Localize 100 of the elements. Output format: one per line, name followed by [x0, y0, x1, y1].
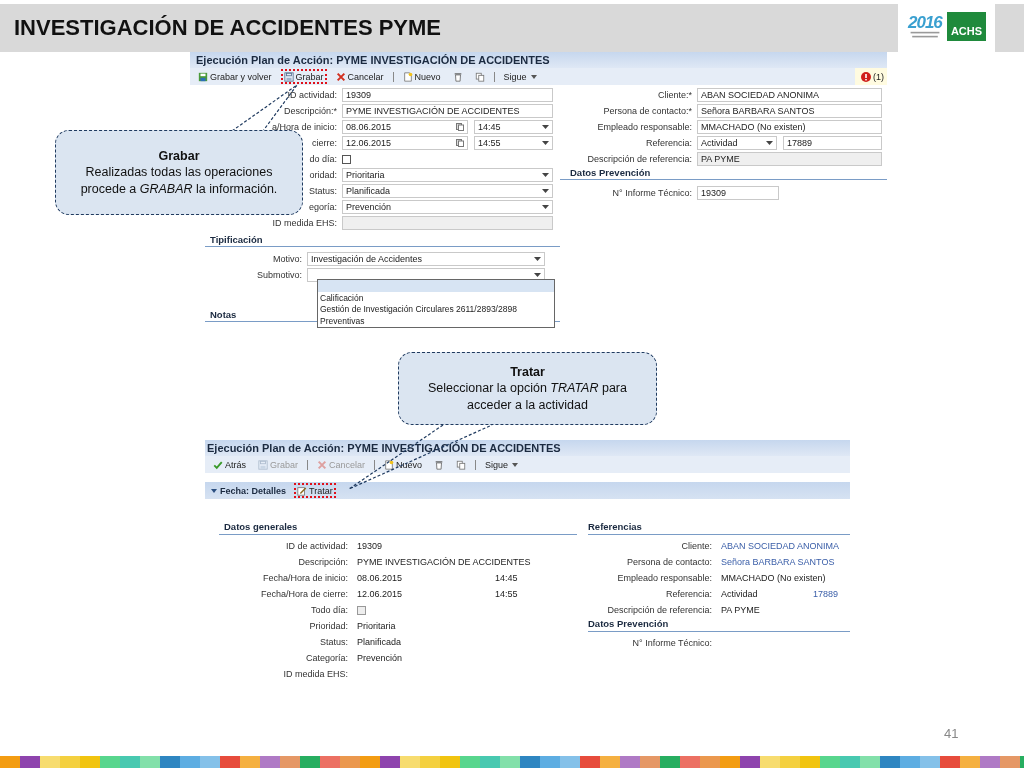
alert-indicator[interactable]: (1): [855, 68, 887, 85]
toolbar-button[interactable]: Atrás: [210, 457, 249, 472]
field-label: Descripción de referencia:: [587, 154, 692, 164]
text-field[interactable]: MMACHADO (No existen): [697, 120, 882, 134]
section-toggle[interactable]: Fecha: Detalles: [211, 485, 287, 496]
callout-text: Realizadas todas las operaciones procede a GRABAR la información.: [79, 164, 279, 197]
section-heading: Tipificación: [205, 234, 560, 247]
field-label: Descripción:: [298, 557, 348, 567]
text-field[interactable]: 19309: [697, 186, 779, 200]
callout-title: Grabar: [158, 148, 200, 165]
field-label: Fecha/Hora de cierre:: [260, 589, 348, 599]
dropdown-arrow-icon: [542, 173, 549, 177]
field-label: Status:: [320, 637, 348, 647]
field-label: oridad:: [309, 170, 337, 180]
field-value: PYME INVESTIGACIÓN DE ACCIDENTES: [357, 557, 531, 567]
field-label: ID actividad:: [287, 90, 337, 100]
check-icon: [213, 459, 223, 470]
time-dropdown[interactable]: 14:45: [474, 120, 553, 134]
text-field[interactable]: Señora BARBARA SANTOS: [697, 104, 882, 118]
toolbar-button[interactable]: Grabar: [280, 69, 327, 84]
trash-icon: [452, 71, 463, 82]
field-label: Submotivo:: [256, 270, 302, 280]
dropdown[interactable]: Investigación de Accidentes: [307, 252, 545, 266]
time-dropdown[interactable]: 14:55: [474, 136, 553, 150]
date-field[interactable]: 08.06.2015: [342, 120, 468, 134]
dropdown[interactable]: Planificada: [342, 184, 553, 198]
error-icon: [861, 71, 871, 82]
field-value: 12.06.2015: [357, 589, 404, 599]
field-label: Status:: [309, 186, 337, 196]
header-block: [995, 4, 1024, 52]
field-label: cierre:: [312, 138, 337, 148]
dropdown[interactable]: Actividad: [697, 136, 777, 150]
field-label: Todo día:: [310, 605, 348, 615]
save-icon: [258, 459, 268, 470]
field-label: Empleado responsable:: [597, 122, 692, 132]
dropdown-option[interactable]: Calificación: [318, 292, 554, 304]
field-label: Fecha/Hora de inicio:: [262, 573, 348, 583]
toolbar-separator: [307, 459, 309, 470]
page-number: 41: [944, 726, 959, 741]
dropdown-arrow-icon: [542, 141, 549, 145]
copy-icon: [474, 71, 485, 82]
dropdown[interactable]: Prevención: [342, 200, 553, 214]
brand-logo: ACHS: [946, 11, 987, 41]
menu-button[interactable]: Sigue: [482, 457, 522, 472]
save-icon: [198, 71, 208, 82]
field-link[interactable]: Señora BARBARA SANTOS: [721, 557, 835, 567]
field-label: ID de actividad:: [285, 541, 348, 551]
date-field[interactable]: 12.06.2015: [342, 136, 468, 150]
text-field[interactable]: PYME INVESTIGACIÓN DE ACCIDENTES: [342, 104, 553, 118]
field-label: Empleado responsable:: [617, 573, 712, 583]
text-field[interactable]: ABAN SOCIEDAD ANONIMA: [697, 88, 882, 102]
save-icon: [283, 71, 294, 82]
caret-icon: [530, 74, 537, 79]
edit-button[interactable]: Tratar: [294, 483, 336, 498]
field-label: Referencia:: [645, 138, 692, 148]
section-heading: Datos Prevención: [588, 618, 850, 632]
logo-year: 2016: [908, 13, 942, 31]
field-value: Actividad: [721, 589, 759, 599]
new-page-icon: [402, 71, 413, 82]
callout-title: Tratar: [510, 364, 545, 381]
field-label: Cliente:: [681, 541, 712, 551]
field-link[interactable]: ABAN SOCIEDAD ANONIMA: [721, 541, 840, 551]
field-label: Descripción:*: [283, 106, 337, 116]
field-label: N° Informe Técnico:: [632, 638, 712, 648]
dropdown-arrow-icon: [542, 125, 549, 129]
dropdown[interactable]: Prioritaria: [342, 168, 553, 182]
field-label: ID medida EHS:: [272, 218, 337, 228]
text-field[interactable]: 19309: [342, 88, 553, 102]
trash-icon: [434, 459, 445, 470]
reference-link[interactable]: 17889: [813, 589, 839, 599]
menu-button[interactable]: Sigue: [500, 69, 540, 84]
field-value: 19309: [357, 541, 383, 551]
field-label: Descripción de referencia:: [607, 605, 712, 615]
field-label: N° Informe Técnico:: [612, 188, 692, 198]
calendar-icon[interactable]: [456, 139, 464, 147]
text-field[interactable]: 17889: [783, 136, 882, 150]
toolbar-button[interactable]: Nuevo: [381, 457, 426, 472]
toolbar-button[interactable]: Cancelar: [332, 69, 387, 84]
field-label: egoría:: [308, 202, 337, 212]
field-value: Prioritaria: [357, 621, 396, 631]
field-label: Motivo:: [273, 254, 302, 264]
field-label: Prioridad:: [309, 621, 348, 631]
checkbox[interactable]: [342, 154, 351, 164]
toolbar-button[interactable]: Nuevo: [399, 69, 444, 84]
caret-icon: [512, 462, 519, 467]
field-label: Referencia:: [665, 589, 712, 599]
dropdown-arrow-icon: [542, 205, 549, 209]
new-page-icon: [384, 459, 395, 470]
dropdown-arrow-icon: [766, 141, 773, 145]
calendar-icon[interactable]: [456, 123, 464, 131]
toolbar-button[interactable]: Grabar y volver: [195, 69, 275, 84]
section-heading: Datos Prevención: [560, 167, 887, 180]
field-label: do día:: [309, 154, 337, 164]
cross-icon: [317, 459, 328, 470]
dropdown-arrow-icon: [542, 189, 549, 193]
field-value: Planificada: [357, 637, 402, 647]
field-value: MMACHADO (No existen): [721, 573, 826, 583]
callout-text: Seleccionar la opción TRATAR para acceder a la actividad: [427, 380, 628, 413]
toolbar-separator: [392, 71, 394, 82]
field-label: a/Hora de inicio:: [271, 122, 337, 132]
